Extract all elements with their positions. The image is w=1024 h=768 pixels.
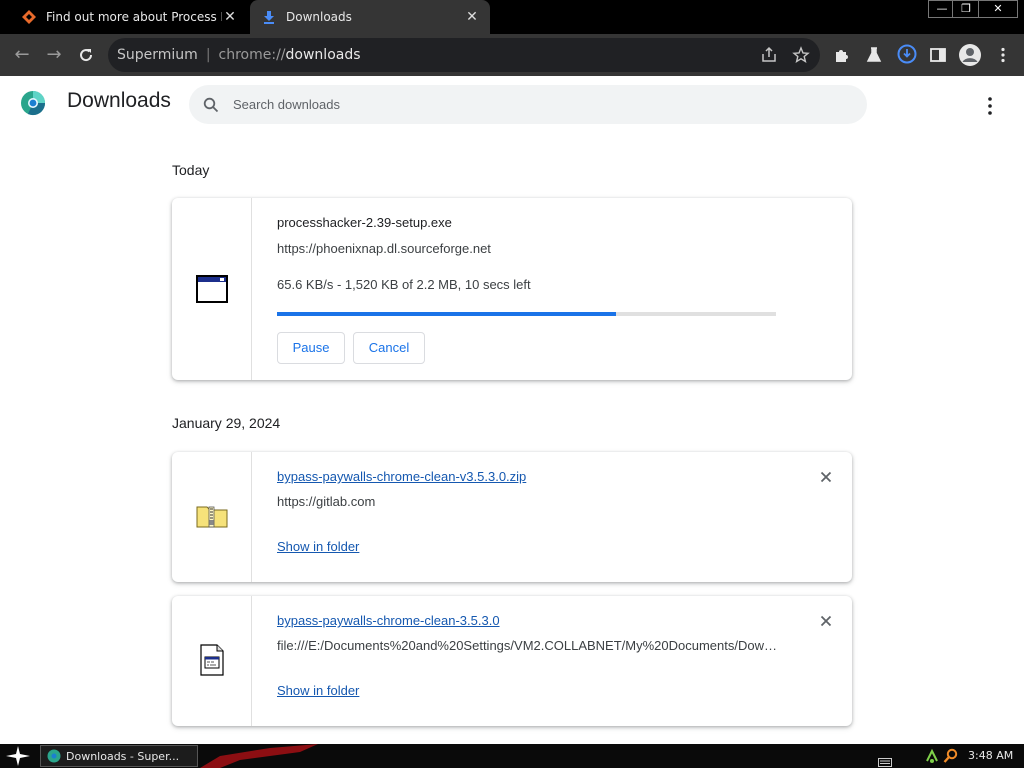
taskbar-item-label: Downloads - Super...	[66, 749, 180, 763]
browser-menu-icon[interactable]	[994, 46, 1012, 64]
tab-close-icon[interactable]: ✕	[464, 9, 480, 25]
process-hacker-favicon-icon	[22, 10, 36, 24]
executable-window-icon	[196, 273, 228, 305]
tab-process-hacker[interactable]: Find out more about Process Hacker ✕	[0, 0, 248, 34]
progress-bar	[277, 312, 776, 316]
tab-downloads[interactable]: Downloads ✕	[250, 0, 490, 34]
tab-close-icon[interactable]: ✕	[222, 9, 238, 25]
omnibox-separator: |	[205, 47, 211, 63]
source-url: https://gitlab.com	[277, 494, 376, 509]
zip-folder-icon	[196, 499, 228, 531]
address-bar[interactable]: Supermium | chrome://downloads	[108, 38, 820, 72]
reload-icon[interactable]	[73, 42, 99, 68]
download-favicon-icon	[262, 10, 276, 24]
show-in-folder-link[interactable]: Show in folder	[277, 683, 359, 698]
keyboard-tray-icon[interactable]	[878, 752, 892, 767]
url-host: downloads	[285, 47, 361, 63]
taskbar-decoration	[200, 744, 318, 768]
downloads-logo-icon	[20, 90, 46, 116]
share-icon[interactable]	[760, 46, 778, 64]
tray-clock: 3:48 AM	[968, 749, 1014, 762]
bookmark-star-icon[interactable]	[792, 46, 810, 64]
download-item: bypass-paywalls-chrome-clean-3.5.3.0 fil…	[172, 596, 852, 726]
more-actions-icon[interactable]	[980, 95, 1000, 117]
page-title: Downloads	[67, 89, 171, 112]
taskbar-item-downloads[interactable]: Downloads - Super...	[40, 745, 198, 767]
download-status: 65.6 KB/s - 1,520 KB of 2.2 MB, 10 secs …	[277, 277, 531, 292]
file-name-link[interactable]: bypass-paywalls-chrome-clean-v3.5.3.0.zi…	[277, 469, 526, 484]
progress-fill	[277, 312, 617, 316]
file-icon	[196, 644, 228, 676]
labs-flask-icon[interactable]	[865, 46, 883, 64]
back-arrow-icon[interactable]: ←	[9, 42, 35, 68]
tab-title: Downloads	[286, 10, 352, 24]
close-window-button[interactable]: ✕	[978, 0, 1018, 18]
source-url: file:///E:/Documents%20and%20Settings/VM…	[277, 638, 777, 653]
file-name-link[interactable]: bypass-paywalls-chrome-clean-3.5.3.0	[277, 613, 500, 628]
profile-avatar-icon[interactable]	[958, 43, 982, 67]
search-bar[interactable]	[189, 85, 867, 124]
network-tray-icon[interactable]	[925, 748, 939, 764]
search-icon	[203, 97, 219, 112]
pause-button[interactable]: Pause	[277, 332, 345, 364]
downloads-toolbar-icon[interactable]	[897, 44, 917, 64]
tab-title: Find out more about Process Hacker	[46, 10, 222, 24]
download-item: processhacker-2.39-setup.exe https://pho…	[172, 198, 852, 380]
browser-toolbar: ← → Supermium | chrome://downloads	[0, 34, 1024, 76]
remove-close-icon[interactable]	[818, 613, 834, 629]
side-panel-icon[interactable]	[929, 46, 947, 64]
forward-arrow-icon[interactable]: →	[41, 42, 67, 68]
file-icon-column	[172, 198, 252, 380]
remove-close-icon[interactable]	[818, 469, 834, 485]
file-name: processhacker-2.39-setup.exe	[277, 215, 452, 230]
download-item: bypass-paywalls-chrome-clean-v3.5.3.0.zi…	[172, 452, 852, 582]
file-icon-column	[172, 452, 252, 582]
omnibox-brand: Supermium	[117, 47, 198, 63]
show-in-folder-link[interactable]: Show in folder	[277, 539, 359, 554]
date-header-jan-29: January 29, 2024	[172, 415, 281, 431]
search-tray-icon[interactable]	[943, 748, 959, 764]
tab-strip: Find out more about Process Hacker ✕ Dow…	[0, 0, 1024, 34]
start-star-icon[interactable]	[6, 746, 30, 766]
cancel-button[interactable]: Cancel	[353, 332, 425, 364]
date-header-today: Today	[172, 162, 210, 178]
restore-button[interactable]: ❐	[952, 0, 980, 18]
source-url: https://phoenixnap.dl.sourceforge.net	[277, 241, 491, 256]
extensions-puzzle-icon[interactable]	[833, 46, 851, 64]
search-input[interactable]	[233, 97, 833, 112]
taskbar: Downloads - Super... 3:48 AM	[0, 744, 1024, 768]
url-scheme: chrome://	[218, 47, 286, 63]
file-icon-column	[172, 596, 252, 726]
supermium-app-icon	[47, 749, 61, 763]
